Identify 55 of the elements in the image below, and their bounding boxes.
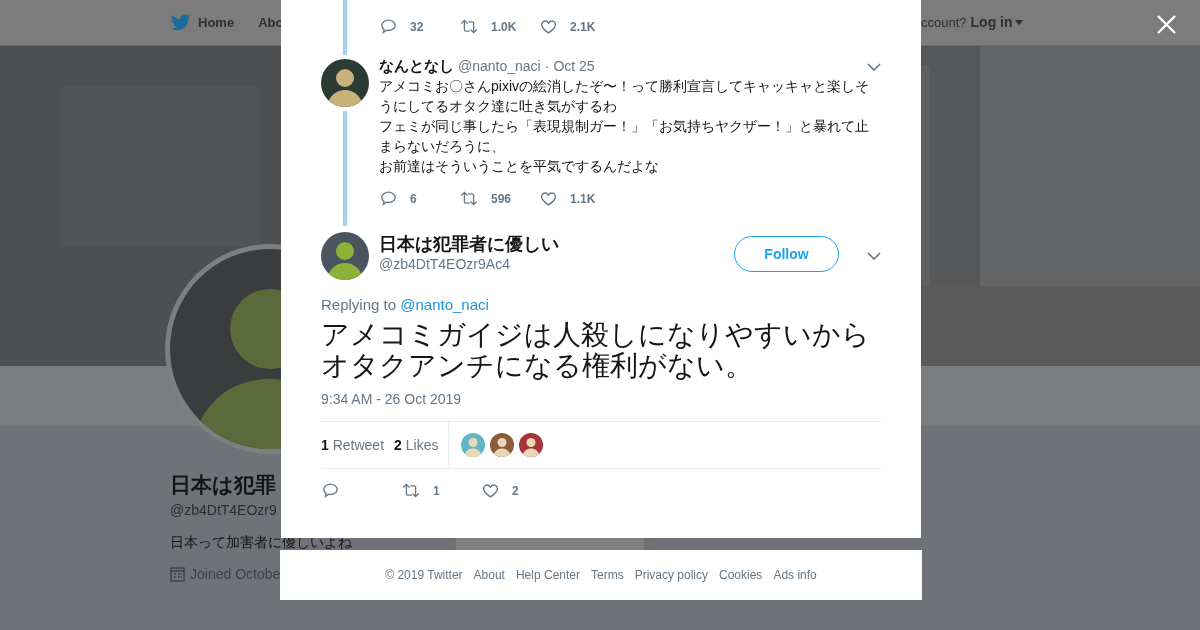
- tweet-text: フェミが同じ事したら「表現規制ガー！」「お気持ちヤクザー！」と暴れて止まらないだろうに、: [379, 117, 870, 156]
- retweet-icon[interactable]: [401, 481, 421, 500]
- heart-icon[interactable]: [481, 481, 500, 500]
- chevron-down-icon[interactable]: [867, 63, 881, 71]
- author-name[interactable]: なんとなし: [379, 57, 454, 76]
- like-count: 2: [512, 483, 519, 498]
- reply-count: 6: [410, 191, 417, 206]
- footer-link[interactable]: Privacy policy: [634, 568, 708, 582]
- retweet-count: 1: [433, 483, 440, 498]
- tweet-timestamp[interactable]: 9:34 AM - 26 Oct 2019: [321, 391, 881, 407]
- account-prompt: ccount?: [921, 14, 967, 30]
- avatar[interactable]: [321, 59, 369, 107]
- separator-dot: ·: [544, 58, 550, 74]
- retweet-icon[interactable]: [459, 17, 479, 36]
- heart-icon[interactable]: [539, 17, 558, 36]
- like-count: 2.1K: [570, 19, 596, 34]
- login-link[interactable]: Log in: [970, 14, 1023, 30]
- bird-icon: [171, 14, 191, 31]
- footer-link[interactable]: Cookies: [719, 568, 763, 582]
- reply-count: 32: [410, 19, 424, 34]
- avatar[interactable]: [519, 433, 544, 457]
- footer-link[interactable]: Help Center: [515, 568, 580, 582]
- retweet-icon[interactable]: [459, 189, 479, 208]
- footer-link[interactable]: Ads info: [773, 568, 817, 582]
- like-count: 1.1K: [570, 191, 596, 206]
- avatar[interactable]: [321, 232, 369, 280]
- close-icon[interactable]: [1157, 15, 1176, 34]
- replying-to: Replying to @nanto_naci: [321, 296, 490, 313]
- author-handle[interactable]: @nanto_naci: [458, 58, 541, 74]
- tweet-text: お前達はそういうことを平気でするんだよな: [379, 157, 660, 176]
- likes-stat[interactable]: 2 Likes: [394, 437, 439, 453]
- calendar-icon: [170, 566, 185, 582]
- tweet-date[interactable]: Oct 25: [553, 58, 595, 74]
- tweet-text: アメコミガイジは人殺しになりやすいからオタクアンチになる権利がない。: [321, 319, 871, 381]
- footer-link[interactable]: Terms: [591, 568, 624, 582]
- reply-icon[interactable]: [321, 481, 340, 500]
- retweet-count: 1.0K: [491, 19, 517, 34]
- footer-link[interactable]: About: [473, 568, 505, 582]
- reply-icon[interactable]: [379, 17, 398, 36]
- retweet-stat[interactable]: 1 Retweet: [321, 437, 385, 453]
- heart-icon[interactable]: [539, 189, 558, 208]
- author-handle[interactable]: @zb4DtT4EOzr9Ac4: [379, 256, 724, 272]
- chevron-down-icon[interactable]: [867, 252, 881, 260]
- reply-icon[interactable]: [379, 189, 398, 208]
- tweet-text: アメコミお〇さんpixivの絵消したぞ〜！って勝利宣言してキャッキャと楽しそうにしてるオタク達に吐き気がするわ: [379, 77, 870, 116]
- follow-button[interactable]: Follow: [734, 236, 839, 272]
- avatar[interactable]: [490, 433, 515, 457]
- profile-handle: @zb4DtT4EOzr9: [170, 502, 277, 518]
- mention-link[interactable]: @nanto_naci: [400, 296, 489, 313]
- copyright: © 2019 Twitter: [385, 568, 463, 582]
- author-name[interactable]: 日本は犯罪者に優しい: [379, 232, 724, 256]
- home-link[interactable]: Home: [171, 14, 235, 31]
- retweet-count: 596: [491, 191, 512, 206]
- caret-icon: [1014, 19, 1023, 25]
- profile-name: 日本は犯罪: [170, 472, 276, 498]
